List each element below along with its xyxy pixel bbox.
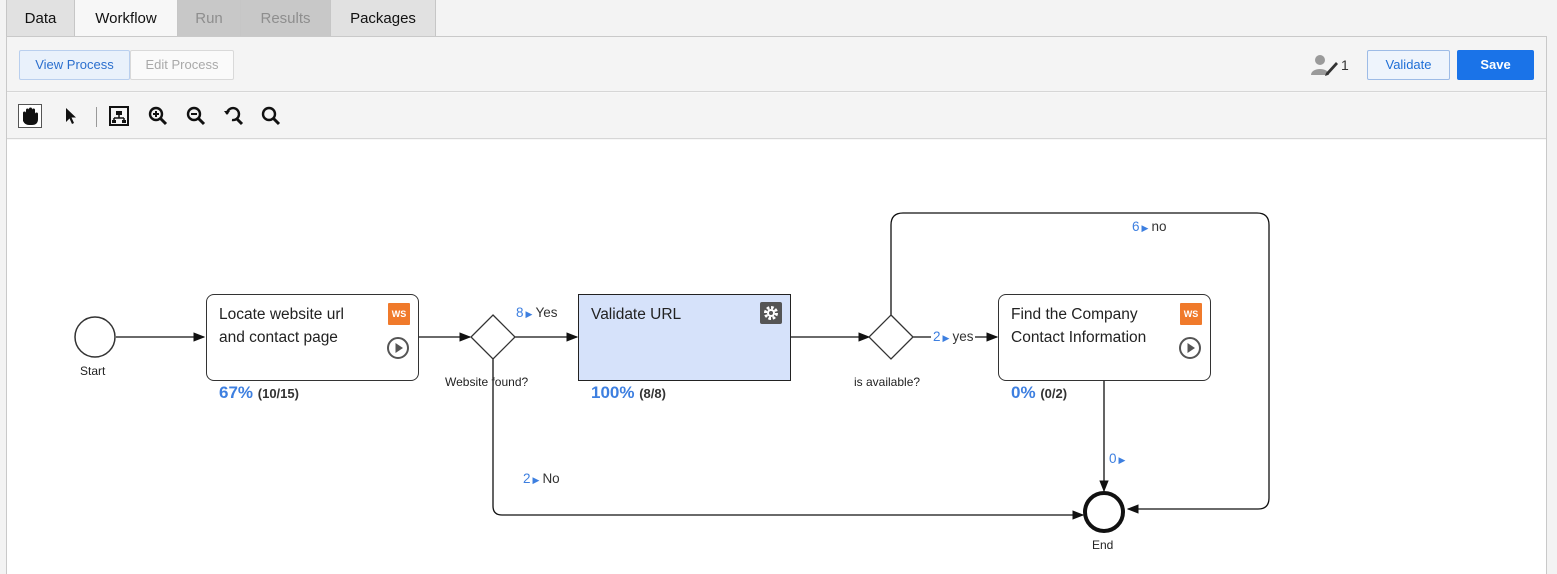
- tab-packages[interactable]: Packages: [330, 0, 436, 37]
- task-progress: 100% (8/8): [591, 383, 666, 403]
- ws-badge-icon: WS: [388, 303, 410, 325]
- progress-percent: 100%: [591, 383, 635, 402]
- zoom-reset-icon[interactable]: [222, 104, 246, 128]
- user-edit-icon: [1311, 55, 1338, 76]
- task-progress: 67% (10/15): [219, 383, 299, 403]
- header-bar: View Process Edit Process 1 Validate Sav…: [7, 37, 1546, 92]
- flow-label-yes: 8 ▶ Yes: [514, 305, 560, 320]
- flow-no-to-end[interactable]: [492, 359, 1085, 520]
- task-locate-website[interactable]: Locate website url and contact page WS: [206, 294, 419, 381]
- view-process-button[interactable]: View Process: [19, 50, 130, 80]
- flow-label-to-end: 0 ▶: [1107, 451, 1131, 466]
- progress-percent: 67%: [219, 383, 254, 402]
- hand-pan-icon[interactable]: [18, 104, 42, 128]
- play-icon[interactable]: [386, 336, 410, 360]
- tab-run[interactable]: Run: [177, 0, 241, 37]
- edit-process-button[interactable]: Edit Process: [130, 50, 234, 80]
- flow-label-available-no: 6 ▶ no: [1130, 219, 1169, 234]
- gear-icon: [760, 302, 782, 324]
- zoom-in-icon[interactable]: [146, 104, 170, 128]
- start-label: Start: [80, 364, 106, 378]
- zoom-out-icon[interactable]: [184, 104, 208, 128]
- task-validate-url[interactable]: Validate URL: [578, 294, 791, 381]
- editors-indicator[interactable]: 1: [1309, 53, 1349, 77]
- flow-label-available-yes: 2 ▶ yes: [931, 329, 976, 344]
- ws-badge-icon: WS: [1180, 303, 1202, 325]
- progress-count: (10/15): [257, 386, 299, 401]
- diagram-toolbar: [7, 93, 1546, 139]
- fit-to-screen-icon[interactable]: [107, 104, 131, 128]
- progress-percent: 0%: [1011, 383, 1036, 402]
- progress-count: (8/8): [639, 386, 666, 401]
- zoom-icon[interactable]: [259, 104, 283, 128]
- end-event[interactable]: [1083, 491, 1125, 533]
- tab-workflow[interactable]: Workflow: [74, 0, 178, 37]
- flow-label-no: 2 ▶ No: [521, 471, 562, 486]
- progress-count: (0/2): [1040, 386, 1068, 401]
- gateway-is-available[interactable]: [868, 314, 914, 360]
- end-label: End: [1092, 538, 1114, 552]
- play-icon[interactable]: [1178, 336, 1202, 360]
- diagram-canvas[interactable]: Start End Website found? is available? L…: [7, 140, 1546, 574]
- tab-results[interactable]: Results: [240, 0, 331, 37]
- toolbar-divider: [96, 107, 97, 127]
- validate-button[interactable]: Validate: [1367, 50, 1450, 80]
- start-event[interactable]: [74, 316, 116, 358]
- tab-data[interactable]: Data: [6, 0, 75, 37]
- task-find-contact[interactable]: Find the Company Contact Information WS: [998, 294, 1211, 381]
- gateway-label-is-available: is available?: [854, 375, 921, 389]
- gateway-website-found[interactable]: [470, 314, 516, 360]
- task-progress: 0% (0/2): [1011, 383, 1067, 403]
- pointer-icon[interactable]: [59, 104, 83, 128]
- workflow-panel: View Process Edit Process 1 Validate Sav…: [6, 36, 1547, 574]
- save-button[interactable]: Save: [1457, 50, 1534, 80]
- tab-bar: Data Workflow Run Results Packages: [6, 0, 436, 37]
- editor-count: 1: [1341, 57, 1349, 73]
- gateway-label-website-found: Website found?: [445, 375, 529, 389]
